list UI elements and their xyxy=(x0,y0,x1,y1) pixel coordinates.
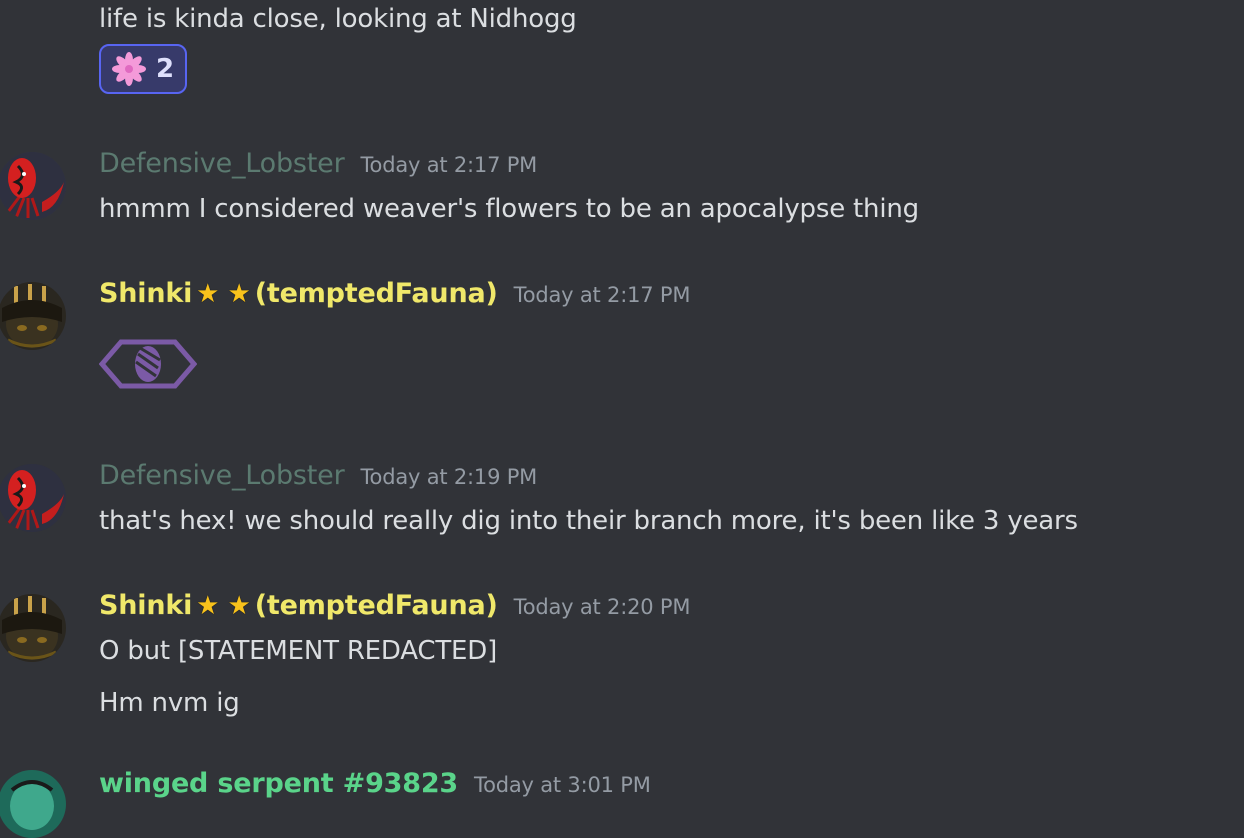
message-header: Shinki ★ ★ (temptedFauna) Today at 2:17 … xyxy=(99,276,690,312)
message-header: Defensive_Lobster Today at 2:19 PM xyxy=(99,458,537,494)
star-icon: ★ xyxy=(196,591,220,621)
avatar[interactable] xyxy=(0,152,66,220)
timestamp[interactable]: Today at 2:20 PM xyxy=(514,595,691,619)
message-header: Shinki ★ ★ (temptedFauna) Today at 2:20 … xyxy=(99,588,690,624)
avatar[interactable] xyxy=(0,594,66,662)
message-header: Defensive_Lobster Today at 2:17 PM xyxy=(99,146,537,182)
avatar[interactable] xyxy=(0,770,66,838)
timestamp[interactable]: Today at 2:19 PM xyxy=(360,465,537,489)
message-text: Hm nvm ig xyxy=(99,688,240,718)
serpent-avatar-icon xyxy=(0,770,66,838)
message-text: life is kinda close, looking at Nidhogg xyxy=(99,4,577,34)
message-text: hmmm I considered weaver's flowers to be… xyxy=(99,194,919,224)
avatar[interactable] xyxy=(0,464,66,532)
reaction-count: 2 xyxy=(155,54,175,84)
chat-messages: life is kinda close, looking at Nidhogg … xyxy=(0,0,1244,838)
username[interactable]: Defensive_Lobster xyxy=(99,146,345,182)
pink-flower-icon xyxy=(111,52,146,86)
username-suffix[interactable]: (temptedFauna) xyxy=(255,276,498,312)
message-text: O but [STATEMENT REDACTED] xyxy=(99,636,498,666)
star-icon: ★ xyxy=(227,279,251,309)
lobster-avatar-icon xyxy=(0,464,66,532)
reaction-button[interactable]: 2 xyxy=(99,44,187,94)
star-icon: ★ xyxy=(196,279,220,309)
username-prefix[interactable]: Shinki xyxy=(99,588,192,624)
timestamp[interactable]: Today at 2:17 PM xyxy=(360,153,537,177)
username[interactable]: Defensive_Lobster xyxy=(99,458,345,494)
shinki-avatar-icon xyxy=(0,282,66,350)
lobster-avatar-icon xyxy=(0,152,66,220)
timestamp[interactable]: Today at 3:01 PM xyxy=(474,773,651,797)
username-suffix[interactable]: (temptedFauna) xyxy=(255,588,498,624)
star-icon: ★ xyxy=(227,591,251,621)
shinki-avatar-icon xyxy=(0,594,66,662)
username-prefix[interactable]: Shinki xyxy=(99,276,192,312)
message-text: that's hex! we should really dig into th… xyxy=(99,506,1078,536)
purple-eye-sigil-icon[interactable] xyxy=(99,336,197,392)
timestamp[interactable]: Today at 2:17 PM xyxy=(514,283,691,307)
avatar[interactable] xyxy=(0,282,66,350)
